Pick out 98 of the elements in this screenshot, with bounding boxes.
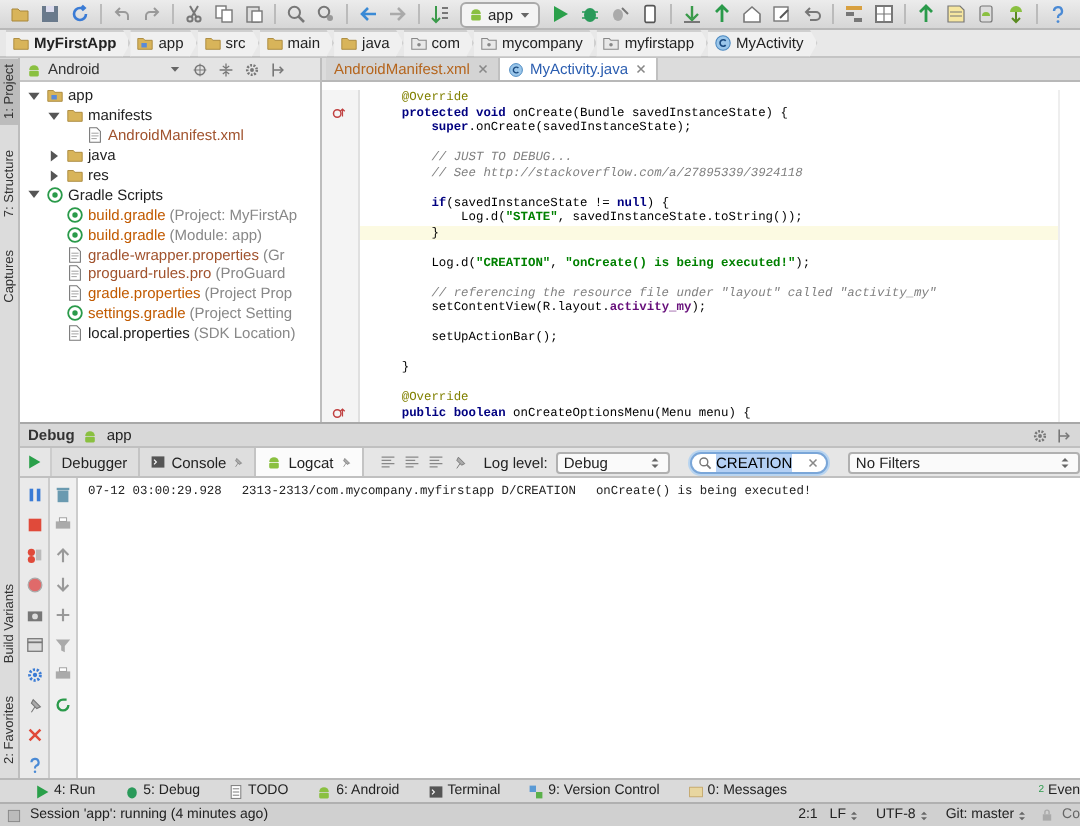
square-icon[interactable] (6, 807, 22, 823)
grid-icon[interactable] (873, 4, 894, 24)
search-icon (697, 455, 712, 469)
return-arrow-icon[interactable] (801, 4, 822, 24)
phone-icon[interactable] (639, 4, 660, 24)
collapsed-triangle-icon[interactable] (46, 147, 62, 164)
lines-icon[interactable] (403, 454, 420, 470)
search-icon[interactable] (286, 4, 306, 24)
folder-icon (203, 34, 222, 52)
window-icon[interactable] (25, 636, 43, 654)
floppy-icon[interactable] (40, 4, 60, 24)
android-icon (468, 6, 484, 22)
sort-arrows-icon[interactable] (430, 4, 450, 24)
printer-icon[interactable] (54, 666, 72, 684)
lines-icon[interactable] (427, 454, 444, 470)
caret-icon (517, 7, 532, 21)
circle-icon[interactable] (25, 576, 43, 594)
up-down-arrows-icon (847, 809, 860, 821)
trash-icon[interactable] (54, 486, 72, 504)
android-icon (82, 427, 99, 443)
file-icon (66, 264, 84, 283)
collapsed-triangle-icon[interactable] (46, 167, 62, 183)
crosshair-icon[interactable] (192, 61, 208, 77)
terminal-icon (149, 454, 166, 470)
file-icon (66, 245, 84, 264)
package-icon (479, 34, 498, 52)
play-icon[interactable] (26, 454, 43, 470)
expanded-triangle-icon[interactable] (46, 107, 62, 124)
module-folder-icon (136, 34, 155, 52)
circular-arrows-icon[interactable] (70, 4, 90, 24)
help-icon[interactable] (1047, 4, 1068, 24)
structure-icon[interactable] (843, 4, 864, 24)
bug-icon[interactable] (579, 4, 600, 24)
curved-arrow-icon[interactable] (142, 4, 162, 24)
up-arrow-icon[interactable] (54, 546, 72, 564)
override-marker-icon[interactable] (332, 405, 348, 420)
android-icon (266, 454, 283, 470)
android-device-icon[interactable] (975, 4, 996, 24)
gradle-file-icon (66, 304, 84, 323)
curved-arrow-icon[interactable] (112, 4, 132, 24)
up-down-arrows-icon (1057, 455, 1072, 469)
bug-icon (123, 783, 140, 799)
package-icon (409, 34, 428, 52)
document-lines-icon[interactable] (945, 4, 966, 24)
breakpoints-icon[interactable] (25, 546, 43, 564)
close-icon[interactable] (475, 62, 490, 76)
down-arrow-icon[interactable] (54, 576, 72, 594)
two-pages-icon[interactable] (214, 4, 234, 24)
right-arrow-icon[interactable] (388, 4, 408, 24)
up-down-arrows-icon (1016, 809, 1029, 821)
pause-icon[interactable] (25, 486, 43, 504)
help-icon[interactable] (25, 756, 43, 774)
class-icon (714, 34, 732, 52)
folder-icon (66, 106, 84, 125)
close-icon[interactable] (25, 726, 43, 744)
play-icon[interactable] (549, 4, 570, 24)
terminal-icon (427, 783, 444, 799)
settings-icon[interactable] (25, 666, 43, 684)
file-icon (66, 284, 84, 303)
android-icon (26, 61, 42, 77)
settings-icon[interactable] (1032, 427, 1048, 443)
settings-icon[interactable] (244, 61, 260, 77)
list-icon (228, 783, 245, 799)
clipboard-icon[interactable] (244, 4, 264, 24)
class-icon (507, 61, 524, 77)
close-icon[interactable] (634, 62, 648, 76)
envelope-icon (687, 783, 704, 799)
stop-icon[interactable] (25, 516, 43, 534)
scissors-icon[interactable] (184, 4, 204, 24)
folder-icon (265, 34, 284, 52)
plus-icon[interactable] (54, 606, 72, 624)
folder-icon (340, 34, 359, 52)
collapse-arrows-icon[interactable] (218, 61, 234, 77)
branch-icon (528, 783, 545, 799)
caret-icon (168, 62, 182, 76)
note-edit-icon[interactable] (771, 4, 792, 24)
lines-icon[interactable] (379, 454, 396, 470)
down-arrow-icon[interactable] (681, 4, 702, 24)
module-folder-icon (46, 86, 64, 105)
expanded-triangle-icon[interactable] (26, 186, 42, 203)
up-down-arrows-icon (917, 809, 930, 821)
up-down-arrows-icon (647, 455, 662, 469)
package-icon (602, 34, 621, 52)
filter-icon[interactable] (54, 636, 72, 654)
android-icon (316, 783, 333, 799)
left-arrow-icon[interactable] (358, 4, 378, 24)
file-icon (86, 126, 104, 145)
up-arrow-icon[interactable] (915, 4, 936, 24)
android-download-icon[interactable] (1005, 4, 1026, 24)
house-icon[interactable] (741, 4, 762, 24)
file-icon (66, 324, 84, 343)
magnifier-people-icon[interactable] (316, 4, 336, 24)
printer-icon[interactable] (54, 516, 72, 534)
override-marker-icon[interactable] (332, 105, 348, 120)
camera-icon[interactable] (25, 606, 43, 624)
close-icon[interactable] (805, 455, 820, 469)
expanded-triangle-icon[interactable] (26, 87, 42, 104)
up-arrow-icon[interactable] (711, 4, 732, 24)
